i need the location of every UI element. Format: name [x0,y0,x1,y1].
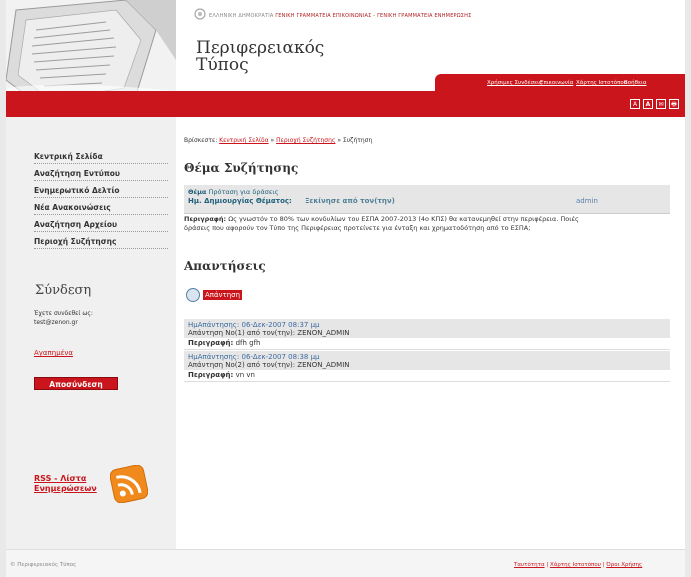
main-content: Βρίσκεστε: Κεντρική Σελίδα » Περιοχή Συζ… [176,117,685,563]
breadcrumb-discussion[interactable]: Περιοχή Συζήτησης [276,137,335,144]
answers-heading: Απαντήσεις [184,259,266,273]
rss-link-line1: RSS - Λίστα [34,474,87,483]
logged-in-as-label: Έχετε συνδεθεί ως: [34,310,93,317]
topic-header-box: Θέμα Πρόταση για δράσεις Ημ. Δημιουργίας… [184,185,670,214]
answer-desc: vn vn [235,371,255,379]
answer-header: ΗμΑπάντησης: 06-Δεκ-2007 08:38 μμ Απάντη… [184,351,670,370]
answer-date: 06-Δεκ-2007 08:37 μμ [241,321,320,329]
login-heading: Σύνδεση [35,283,92,298]
login-status: Έχετε συνδεθεί ως: test@zenon.gr [34,309,93,327]
font-decrease-icon[interactable]: A [643,99,653,109]
nav-newsletter[interactable]: Ενημερωτικό Δελτίο [34,184,168,198]
favorites-link[interactable]: Αγαπημένα [34,349,73,357]
breadcrumb-home[interactable]: Κεντρική Σελίδα [219,137,268,144]
link-sitemap[interactable]: Χάρτης Ιστοτόπου [576,80,627,86]
answer-desc: dfh gfh [235,339,261,347]
rss-icon[interactable] [110,465,148,503]
reply-button-label: Απάντηση [203,290,243,300]
topic-desc-text2: δράσεις που αφορούν τον Τύπο της Περιφέρ… [184,224,531,232]
topic-subject-label: Θέμα [188,188,207,196]
topic-author: admin [576,197,598,205]
topic-subject-value: Πρόταση για δράσεις [208,188,279,196]
answer-header: ΗμΑπάντησης: 06-Δεκ-2007 08:37 μμ Απάντη… [184,319,670,338]
left-sidebar: Κεντρική Σελίδα Αναζήτηση Εντύπου Ενημερ… [6,117,176,563]
answer-date: 06-Δεκ-2007 08:38 μμ [241,353,320,361]
ministry-red: ΓΕΝΙΚΗ ΓΡΑΜΜΑΤΕΙΑ ΕΠΙΚΟΙΝΩΝΙΑΣ - ΓΕΝΙΚΗ … [275,13,472,19]
topic-desc-line1: Περιγραφή: Ως γνωστόν το 80% των κονδυλί… [184,215,670,224]
ministry-line: ΕΛΛΗΝΙΚΗ ΔΗΜΟΚΡΑΤΙΑ ΓΕΝΙΚΗ ΓΡΑΜΜΑΤΕΙΑ ΕΠ… [209,13,471,19]
answer-desc-label: Περιγραφή: [188,339,234,347]
breadcrumb: Βρίσκεστε: Κεντρική Σελίδα » Περιοχή Συζ… [184,137,372,144]
nav-search-archive[interactable]: Αναζήτηση Αρχείου [34,218,168,232]
footer: © Περιφερειακός Τύπος Ταυτότητα | Χάρτης… [6,549,685,577]
topic-description: Περιγραφή: Ως γνωστόν το 80% των κονδυλί… [184,215,670,239]
answer-body: Περιγραφή: vn vn [184,370,670,382]
breadcrumb-prefix: Βρίσκεστε: [184,137,218,144]
footer-link-terms[interactable]: Όροι Χρήσης [606,562,642,568]
page: ΕΛΛΗΝΙΚΗ ΔΗΜΟΚΡΑΤΙΑ ΓΕΝΙΚΗ ΓΡΑΜΜΑΤΕΙΑ ΕΠ… [6,0,685,577]
rss-link-line2: Ενημερώσεων [34,484,97,493]
answer-date-row: ΗμΑπάντησης: 06-Δεκ-2007 08:37 μμ [188,321,666,329]
answer-by: Απάντηση Νο(1) από τον(την): ZENON_ADMIN [188,329,350,337]
site-title: Περιφερειακός Τύπος [196,40,324,74]
topic-created-label: Ημ. Δημιουργίας Θέματος: [188,197,292,205]
footer-link-sitemap[interactable]: Χάρτης Ιστοτόπου [550,562,601,568]
topic-subject-row: Θέμα Πρόταση για δράσεις [188,188,278,196]
nav-home[interactable]: Κεντρική Σελίδα [34,150,168,164]
font-increase-icon[interactable]: A [630,99,640,109]
answer-date-row: ΗμΑπάντησης: 06-Δεκ-2007 08:38 μμ [188,353,666,361]
footer-links: Ταυτότητα | Χάρτης Ιστοτόπου | Όροι Χρήσ… [514,562,642,568]
emblem-icon [194,8,206,20]
breadcrumb-sep: » [335,137,343,144]
answer-by: Απάντηση Νο(2) από τον(την): ZENON_ADMIN [188,361,350,369]
reply-icon [186,288,200,302]
topic-created-row: Ημ. Δημιουργίας Θέματος: Ξεκίνησε από το… [188,197,395,205]
header-red-bar [6,91,685,117]
header: ΕΛΛΗΝΙΚΗ ΔΗΜΟΚΡΑΤΙΑ ΓΕΝΙΚΗ ΓΡΑΜΜΑΤΕΙΑ ΕΠ… [6,0,685,117]
topic-desc-text1: Ως γνωστόν το 80% των κονδυλίων του ΕΣΠΑ… [228,215,579,223]
top-links: Χρήσιμες Συνδέσεις Επικοινωνία Χάρτης Ισ… [435,74,685,91]
topic-heading: Θέμα Συζήτησης [184,161,299,175]
answer-item: ΗμΑπάντησης: 06-Δεκ-2007 08:38 μμ Απάντη… [184,351,670,382]
print-icon[interactable]: 🖶 [669,99,679,109]
answer-date-label: ΗμΑπάντησης: [188,321,240,329]
answer-body: Περιγραφή: dfh gfh [184,338,670,350]
link-useful-links[interactable]: Χρήσιμες Συνδέσεις [487,80,542,86]
link-contact[interactable]: Επικοινωνία [540,80,573,86]
nav-search-publication[interactable]: Αναζήτηση Εντύπου [34,167,168,181]
answer-date-label: ΗμΑπάντησης: [188,353,240,361]
answer-item: ΗμΑπάντησης: 06-Δεκ-2007 08:37 μμ Απάντη… [184,319,670,350]
logged-in-email: test@zenon.gr [34,319,78,326]
footer-link-identity[interactable]: Ταυτότητα [514,562,545,568]
link-help[interactable]: Βοήθεια [624,80,646,86]
browser-frame: ΕΛΛΗΝΙΚΗ ΔΗΜΟΚΡΑΤΙΑ ΓΕΝΙΚΗ ΓΡΑΜΜΑΤΕΙΑ ΕΠ… [0,0,691,577]
topic-started-by-label: Ξεκίνησε από τον(την) [305,197,395,205]
answer-desc-label: Περιγραφή: [188,371,234,379]
breadcrumb-sep: » [268,137,277,144]
logout-button[interactable]: Αποσύνδεση [34,377,118,390]
nav-announcements[interactable]: Νέα Ανακοινώσεις [34,201,168,215]
email-icon[interactable]: ✉ [656,99,666,109]
topic-desc-label: Περιγραφή: [184,215,227,223]
breadcrumb-current: Συζήτηση [342,137,373,144]
footer-copyright: © Περιφερειακός Τύπος [10,562,77,568]
site-title-line2: Τύπος [196,55,249,75]
ministry-gray: ΕΛΛΗΝΙΚΗ ΔΗΜΟΚΡΑΤΙΑ [209,13,274,19]
rss-link[interactable]: RSS - Λίστα Ενημερώσεων [34,474,97,494]
nav-discussion-area[interactable]: Περιοχή Συζήτησης [34,235,168,249]
